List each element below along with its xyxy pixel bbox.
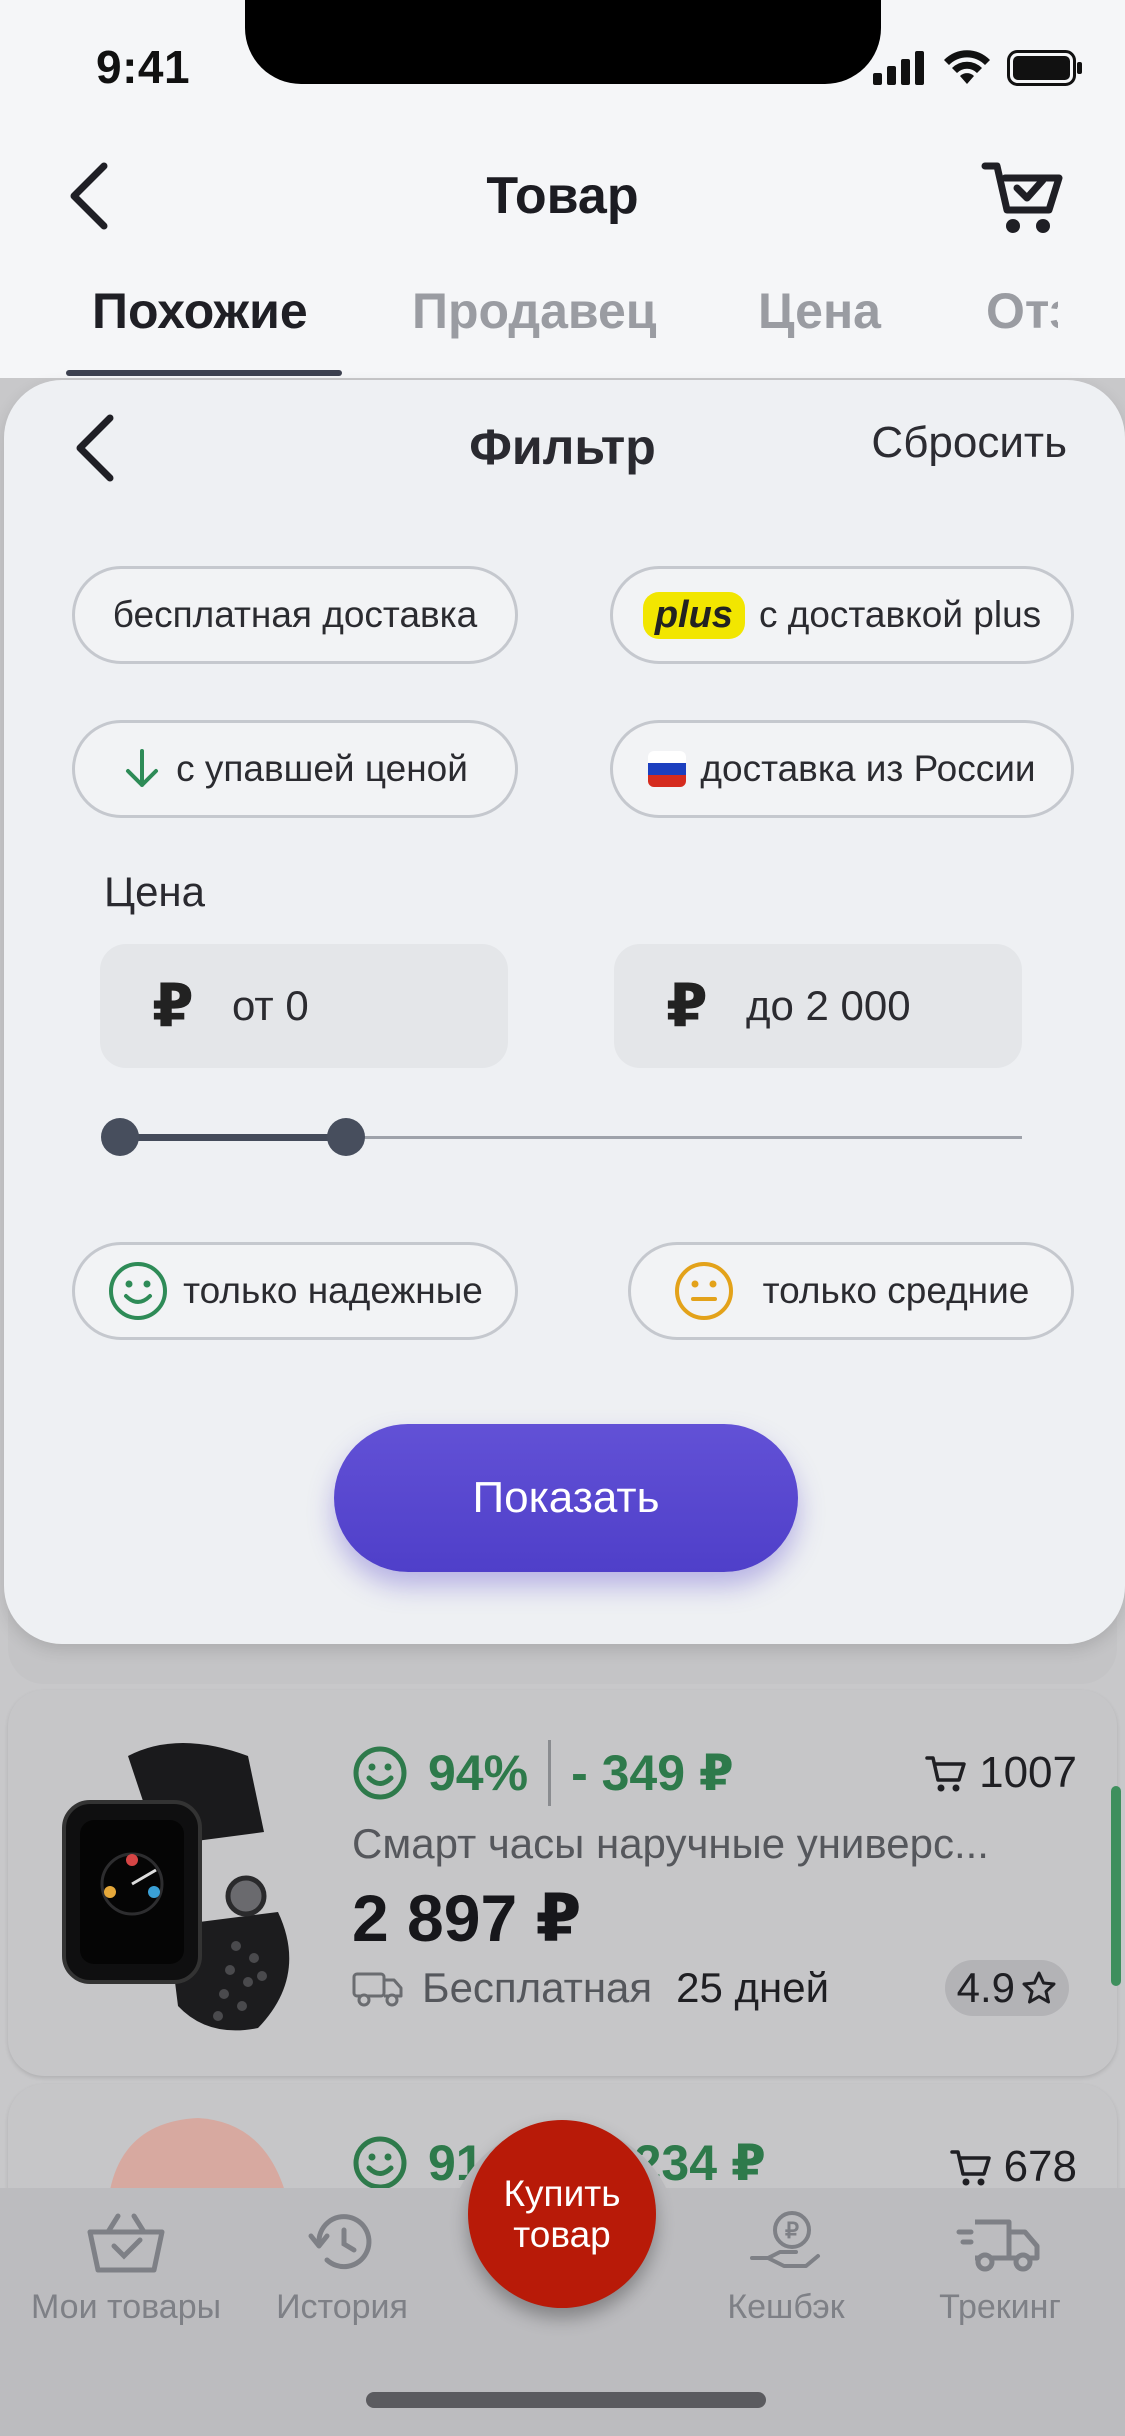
smile-good-icon (353, 1746, 407, 1800)
chip-from-russia[interactable]: доставка из России (610, 720, 1074, 818)
chip-plus-delivery-label: с доставкой plus (758, 594, 1042, 635)
discount-value: - 349 ₽ (571, 1745, 734, 1801)
arrow-down-icon (126, 749, 159, 787)
history-icon (308, 2214, 372, 2270)
orders-count: 1007 (925, 1748, 1077, 1798)
price-label: Цена (104, 868, 205, 915)
filter-sheet: Фильтр Сбросить бесплатная доставка plus… (4, 380, 1125, 1644)
chip-only-reliable[interactable]: только надежные (72, 1242, 518, 1340)
nav-tracking[interactable]: Трекинг (890, 2210, 1110, 2327)
product-stars-badge: 4.9 (944, 1960, 1069, 2016)
truck-icon (352, 1972, 403, 2007)
chip-only-average-label: только средние (762, 1270, 1030, 1311)
cellular-signal-icon (873, 51, 924, 85)
basket-icon (87, 2213, 165, 2273)
smile-good-icon (109, 1262, 168, 1320)
home-indicator (366, 2392, 766, 2408)
card-accent-edge (1111, 1786, 1121, 1986)
smartwatch-image (62, 1743, 290, 2031)
chip-from-russia-label: доставка из России (700, 748, 1036, 789)
stars-value: 4.9 (956, 1964, 1015, 2011)
tab-bar: Похожие Продавец Цена Отз (0, 270, 1125, 378)
delivery-type: Бесплатная (422, 1964, 653, 2011)
price-to-value: до 2 000 (746, 982, 911, 1029)
tracking-truck-icon (956, 2219, 1040, 2272)
battery-icon (1007, 50, 1082, 86)
russia-flag-icon (648, 751, 687, 787)
star-icon (1022, 1971, 1056, 2004)
chip-only-reliable-label: только надежные (183, 1270, 483, 1311)
show-results-button[interactable]: Показать (334, 1424, 798, 1572)
small-cart-icon (949, 2150, 991, 2186)
nav-cashback-label: Кешбэк (727, 2288, 845, 2326)
price-slider-range (120, 1134, 346, 1141)
nav-cashback[interactable]: ₽ Кешбэк (676, 2210, 896, 2327)
tab-reviews[interactable]: Отз (986, 282, 1058, 340)
ruble-icon: ₽ (666, 972, 708, 1039)
small-cart-icon (925, 1756, 966, 1792)
chip-price-drop[interactable]: с упавшей ценой (72, 720, 518, 818)
product-name: Смарт часы наручные универс... (352, 1820, 989, 1867)
device-notch (245, 0, 881, 84)
status-time: 9:41 (96, 41, 191, 93)
chip-free-delivery-label: бесплатная доставка (112, 594, 478, 635)
delivery-info: Бесплатная 25 дней (352, 1964, 829, 2012)
chip-free-delivery[interactable]: бесплатная доставка (72, 566, 518, 664)
product-card[interactable]: 94% - 349 ₽ 1007 Смарт часы наручные уни… (8, 1690, 1121, 2076)
page-title: Товар (486, 167, 639, 225)
nav-history[interactable]: История (232, 2210, 452, 2327)
rating-percent: 94% (428, 1745, 529, 1801)
nav-my-items-label: Мои товары (30, 2288, 222, 2326)
plus-badge: plus (642, 591, 745, 639)
buy-product-button[interactable]: Купить товар (468, 2120, 656, 2308)
cashback-icon: ₽ (750, 2211, 820, 2268)
cart-button[interactable] (981, 154, 1065, 238)
product-price: 2 897 ₽ (352, 1881, 582, 1955)
orders-value: 678 (1003, 2142, 1077, 2191)
nav-tracking-label: Трекинг (939, 2288, 1061, 2326)
screen: 9:41 Товар Похожие Продавец Цена От 94% … (0, 0, 1125, 2436)
chip-only-average[interactable]: только средние (628, 1242, 1074, 1340)
reset-button[interactable]: Сбросить (871, 418, 1067, 468)
rating-divider (548, 1740, 552, 1806)
svg-text:₽: ₽ (785, 2218, 799, 2243)
orders-count: 678 (949, 2142, 1077, 2192)
price-to-input[interactable]: ₽ до 2 000 (614, 944, 1022, 1068)
price-from-value: от 0 (232, 982, 309, 1029)
top-area: 9:41 Товар Похожие Продавец Цена От (0, 0, 1125, 378)
ruble-icon: ₽ (152, 972, 194, 1039)
chip-plus-delivery[interactable]: plus с доставкой plus (610, 566, 1074, 664)
active-tab-indicator (66, 370, 342, 376)
chip-price-drop-label: с упавшей ценой (176, 748, 468, 789)
delivery-days: 25 дней (676, 1964, 830, 2011)
nav-my-items[interactable]: Мои товары (16, 2210, 236, 2327)
smile-neutral-icon (674, 1262, 733, 1320)
status-icons (873, 50, 1083, 86)
price-slider-min-handle[interactable] (101, 1118, 139, 1156)
tab-seller[interactable]: Продавец (412, 282, 657, 340)
nav-history-label: История (276, 2288, 408, 2326)
smile-good-icon (353, 2136, 407, 2190)
tab-price[interactable]: Цена (758, 282, 881, 340)
rating-row: 94% - 349 ₽ (352, 1740, 734, 1806)
price-slider-max-handle[interactable] (326, 1118, 365, 1156)
orders-value: 1007 (979, 1748, 1077, 1797)
wifi-icon (944, 50, 990, 84)
tab-similar[interactable]: Похожие (92, 282, 308, 340)
price-from-input[interactable]: ₽ от 0 (100, 944, 508, 1068)
